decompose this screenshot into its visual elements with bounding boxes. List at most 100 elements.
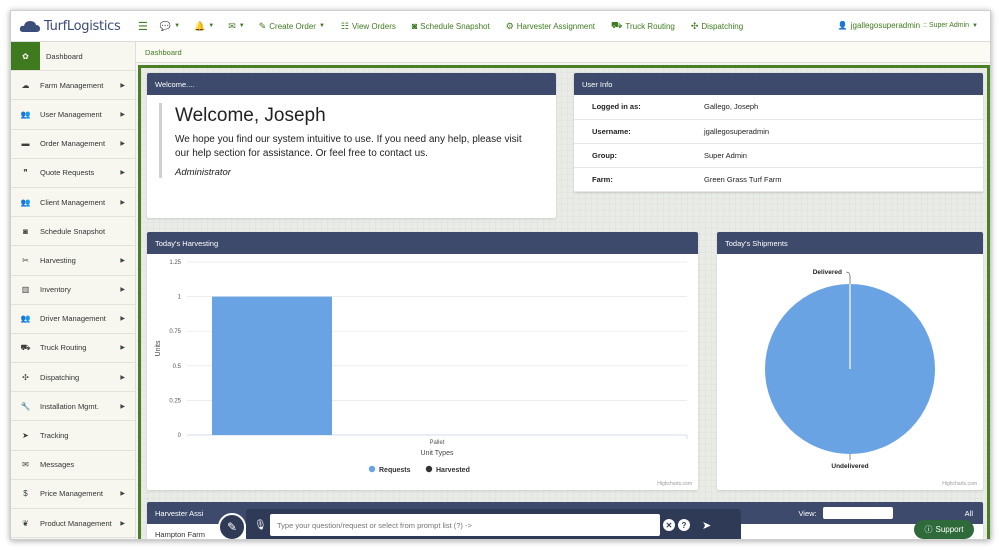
welcome-role: Administrator [175,167,231,178]
support-label: Support [935,525,964,534]
brand[interactable]: TurfLogistics [11,19,136,34]
top-navbar: TurfLogistics ☰ 💬 ▼ 🔔 ▼ ✉ ▼ ✎ Create Order ▼ … [11,11,990,42]
card-icon: ▬ [21,139,30,149]
help-circle-icon: ⓘ [924,525,933,534]
welcome-panel: Welcome.... Welcome, Joseph We hope you … [147,73,556,218]
truck-icon: ⛟ [611,20,623,30]
send-icon[interactable]: ➤ [702,519,711,532]
mail-dropdown[interactable]: ✉ ▼ [228,21,245,32]
legend-marker [368,465,376,473]
bar-chart-icon: ▥ [21,285,30,295]
panel-header: Today's Harvesting [147,232,698,254]
info-key: Group: [574,143,704,168]
nav-schedule-snapshot[interactable]: ◙ Schedule Snapshot [412,21,490,31]
x-tick-label: Pallet [429,440,444,446]
envelope-icon: ✉ [228,20,236,31]
leaf-icon: ❦ [22,518,29,528]
info-value: Gallego, Joseph [704,95,983,120]
location-arrow-icon: ➤ [22,431,29,441]
hamburger-menu-icon[interactable]: ☰ [138,20,148,33]
sidebar-item-label: Dispatching [40,372,80,382]
breadcrumb-current[interactable]: Dashboard [145,48,182,57]
nav-truck-routing[interactable]: ⛟ Truck Routing [611,20,675,32]
info-value: Green Grass Turf Farm [704,167,983,192]
list-icon: ☷ [340,20,349,31]
view-select[interactable] [822,507,893,519]
cloud-logo-icon [19,21,40,32]
sidebar-item-order-management[interactable]: ▬ Order Management ▶ [11,130,135,159]
microphone-icon[interactable]: 🎙 [254,520,267,531]
clear-icon[interactable]: ✕ [663,519,675,531]
chevron-right-icon: ▶ [120,345,125,352]
sidebar-item-installation-mgmt[interactable]: 🔧 Installation Mgmt. ▶ [11,392,135,422]
view-label: View: [798,508,817,518]
panel-header: User Info [574,73,983,95]
sidebar-item-schedule-snapshot[interactable]: ◙ Schedule Snapshot [11,217,135,247]
nav-label: View Orders [351,21,396,31]
legend-label: Requests [379,467,411,474]
sidebar-item-messages[interactable]: ✉ Messages [11,451,135,480]
sidebar-item-dispatching[interactable]: ✣ Dispatching ▶ [11,363,135,393]
info-value: Super Admin [704,143,983,168]
chevron-right-icon: ▶ [120,374,125,381]
quote-icon: ❞ [23,168,28,178]
dashboard-icon: ✿ [11,42,40,71]
nav-view-orders[interactable]: ☷ View Orders [341,21,396,32]
sidebar-item-driver-management[interactable]: 👥 Driver Management ▶ [11,305,135,334]
harvesting-chart-panel: Today's Harvesting 0 0.25 0.5 0.75 1 1.25 Pall… [147,232,698,490]
chevron-down-icon: ▼ [318,23,325,29]
sidebar-item-quote-requests[interactable]: ❞ Quote Requests ▶ [11,159,135,188]
all-label[interactable]: All [965,509,973,518]
chat-dropdown[interactable]: 💬 ▼ [160,21,180,32]
camera-icon: ◙ [411,21,418,31]
sidebar-item-tracking[interactable]: ➤ Tracking [11,421,135,451]
chevron-right-icon: ▶ [120,141,125,148]
sidebar-item-harvesting[interactable]: ✂ Harvesting ▶ [11,246,135,276]
chevron-down-icon: ▼ [174,23,181,29]
sidebar-item-user-management[interactable]: 👥 User Management ▶ [11,100,135,130]
nav-dispatching[interactable]: ✣ Dispatching [691,21,743,32]
chat-icon: 💬 [159,20,172,31]
cloud-icon: ☁ [21,80,30,90]
brand-name: TurfLogistics [44,18,121,34]
nav-create-order[interactable]: ✎ Create Order ▼ [259,21,325,32]
chevron-right-icon: ▶ [120,199,125,206]
chart-credits[interactable]: Highcharts.com [942,481,977,487]
sidebar-item-price-management[interactable]: $ Price Management ▶ [11,480,135,509]
sidebar-item-label: Client Management [40,197,106,207]
sidebar-item-dashboard[interactable]: ✿ Dashboard [11,42,135,72]
legend-marker [425,465,433,473]
prompt-bar: ✎ 🎙 ✕ ? ➤ [218,509,741,539]
nav-label: Harvester Assignment [516,21,596,31]
user-avatar-icon: 👤 [837,21,848,30]
wrench-icon: 🔧 [20,401,31,411]
sidebar-item-product-management[interactable]: ❦ Product Management ▶ [11,509,135,539]
table-row: Farm: Green Grass Turf Farm [574,167,983,192]
sidebar-item-truck-routing[interactable]: ⛟ Truck Routing ▶ [11,334,135,364]
welcome-text: We hope you find our system intuitive to… [175,134,522,159]
sidebar-item-farm-management[interactable]: ☁ Farm Management ▶ [11,71,135,101]
legend-label: Harvested [436,467,470,474]
y-tick-label: 1.25 [169,260,181,266]
notifications-dropdown[interactable]: 🔔 ▼ [194,21,214,32]
sidebar-item-inventory[interactable]: ▥ Inventory ▶ [11,276,135,305]
info-key: Farm: [574,167,704,192]
support-button[interactable]: ⓘ Support [914,520,974,539]
sidebar-item-client-management[interactable]: 👥 Client Management ▶ [11,188,135,218]
chart-credits[interactable]: Highcharts.com [657,481,692,487]
prompt-input[interactable] [270,514,660,536]
bar [212,296,332,435]
y-tick-label: 1 [178,295,182,301]
sidebar-item-label: Farm Management [40,80,104,90]
nav-harvester-assignment[interactable]: ⚙ Harvester Assignment [506,21,595,32]
sidebar-item-label: Inventory [40,285,71,295]
x-axis-label: Unit Types [421,450,454,457]
assistant-logo-icon[interactable]: ✎ [218,513,246,539]
dispatch-icon: ✣ [22,372,29,382]
help-icon[interactable]: ? [678,519,690,531]
sidebar-item-label: Price Management [40,489,103,499]
user-menu[interactable]: 👤 jgallegosuperadmin :: Super Admin ▼ [838,21,978,30]
user-info-table: Logged in as: Gallego, Joseph Username: jg… [574,95,983,192]
sidebar-item-label: Tracking [40,431,69,441]
harvester-icon: ⚙ [505,20,514,31]
